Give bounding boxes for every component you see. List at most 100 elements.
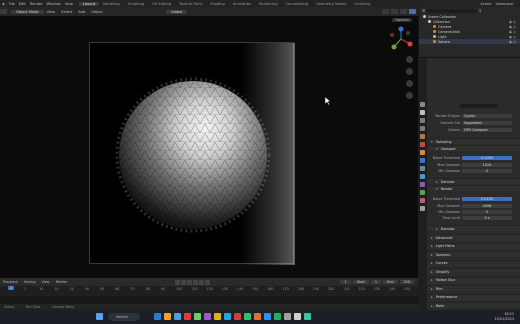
- menu-render[interactable]: Render: [28, 2, 45, 6]
- taskbar-app-icon[interactable]: [184, 313, 191, 320]
- menu-playback[interactable]: Playback: [0, 280, 21, 284]
- taskbar-app-icon[interactable]: [304, 313, 311, 320]
- next-keyframe-button[interactable]: [199, 279, 205, 285]
- shading-rendered-icon[interactable]: [409, 9, 416, 14]
- view-layer-tab-icon[interactable]: [420, 126, 425, 131]
- filter-icon[interactable]: ⚲: [479, 9, 481, 13]
- data-tab-icon[interactable]: [420, 190, 425, 195]
- viewport-denoise-subsection[interactable]: ▸ Denoise: [428, 178, 520, 184]
- menu-add[interactable]: Add: [75, 10, 88, 14]
- material-tab-icon[interactable]: [420, 198, 425, 203]
- object-tab-icon[interactable]: [420, 150, 425, 155]
- tab-geometry-nodes[interactable]: Geometry Nodes: [312, 2, 350, 6]
- menu-help[interactable]: Help: [63, 2, 75, 6]
- mode-dropdown[interactable]: Object Mode: [11, 9, 44, 14]
- blender-logo-icon[interactable]: ◈: [0, 2, 7, 6]
- play-reverse-button[interactable]: [187, 279, 193, 285]
- tab-animation[interactable]: Animation: [229, 2, 255, 6]
- physics-tab-icon[interactable]: [420, 174, 425, 179]
- tab-sculpting[interactable]: Sculpting: [124, 2, 149, 6]
- modifier-tab-icon[interactable]: [420, 158, 425, 163]
- tab-scripting[interactable]: Scripting: [350, 2, 374, 6]
- grid-icon[interactable]: [406, 92, 413, 99]
- jump-start-button[interactable]: [175, 279, 181, 285]
- device-dropdown[interactable]: GPU Compute: [462, 127, 512, 132]
- output-tab-icon[interactable]: [420, 118, 425, 123]
- sampling-section[interactable]: ▾ Sampling: [428, 138, 520, 144]
- properties-section[interactable]: ▸ Advanced: [428, 234, 520, 240]
- tab-texture-paint[interactable]: Texture Paint: [175, 2, 206, 6]
- menu-marker[interactable]: Marker: [53, 280, 71, 284]
- system-tray[interactable]: 18:21 12/01/2023: [494, 312, 514, 321]
- end-frame-field[interactable]: 250: [399, 280, 414, 284]
- tab-layout[interactable]: Layout: [78, 1, 100, 6]
- taskbar-search-input[interactable]: Search: [108, 313, 140, 321]
- shading-solid-icon[interactable]: [400, 9, 407, 14]
- texture-tab-icon[interactable]: [420, 206, 425, 211]
- menu-file[interactable]: File: [7, 2, 17, 6]
- viewport-min-samples-field[interactable]: 0: [462, 168, 512, 173]
- current-frame-indicator[interactable]: 1: [8, 286, 15, 290]
- xray-icon[interactable]: [391, 9, 398, 14]
- zoom-icon[interactable]: [406, 56, 413, 63]
- menu-timeline-view[interactable]: View: [39, 280, 53, 284]
- properties-section[interactable]: ▸ Film: [428, 285, 520, 291]
- viewport-subsection[interactable]: ▾ Viewport: [428, 145, 520, 151]
- properties-section[interactable]: ▸ Simplify: [428, 268, 520, 274]
- timeline-ruler[interactable]: 1 1 10 20 30 40 50 60 70 80 90 100 110 120 130 140 150 1…: [0, 286, 418, 296]
- properties-section[interactable]: ▸ Curves: [428, 259, 520, 266]
- visibility-eye-icon[interactable]: ◉ ◎: [509, 30, 520, 34]
- render-max-samples-field[interactable]: 4096: [462, 203, 512, 208]
- properties-section[interactable]: ▸ Motion Blur: [428, 276, 520, 283]
- taskbar-app-icon[interactable]: [294, 313, 301, 320]
- outliner-display-icon[interactable]: ☰: [422, 9, 425, 13]
- tab-compositing[interactable]: Compositing: [282, 2, 313, 6]
- view-layer-selector[interactable]: ViewLayer: [495, 2, 514, 6]
- scene-tab-icon[interactable]: [420, 134, 425, 139]
- visibility-eye-icon[interactable]: ◉ ◎: [509, 20, 520, 24]
- properties-section[interactable]: ▸ Light Paths: [428, 242, 520, 249]
- start-icon[interactable]: [96, 313, 103, 320]
- tab-uv-editing[interactable]: UV Editing: [148, 2, 175, 6]
- properties-section[interactable]: ▸ Volumes: [428, 251, 520, 257]
- menu-edit[interactable]: Edit: [17, 2, 28, 6]
- jump-end-button[interactable]: [205, 279, 211, 285]
- menu-object[interactable]: Object: [88, 10, 106, 14]
- render-subsection[interactable]: ▾ Render: [428, 185, 520, 191]
- taskbar-app-icon[interactable]: [244, 313, 251, 320]
- menu-view[interactable]: View: [44, 10, 59, 14]
- taskbar-app-icon[interactable]: [274, 313, 281, 320]
- current-frame-field[interactable]: 1: [340, 280, 351, 284]
- taskbar-app-icon[interactable]: [194, 313, 201, 320]
- outliner-row[interactable]: Sphere ◉ ◎: [419, 39, 520, 44]
- transform-orientation-dropdown[interactable]: Global: [165, 9, 188, 14]
- time-limit-field[interactable]: 0 s: [462, 215, 512, 220]
- visibility-eye-icon[interactable]: ◉ ◎: [509, 35, 520, 39]
- tab-modeling[interactable]: Modeling: [99, 2, 123, 6]
- editor-type-icon[interactable]: [0, 9, 7, 14]
- pan-hand-icon[interactable]: [406, 68, 413, 75]
- navigation-gizmo[interactable]: [388, 26, 414, 52]
- render-tab-icon[interactable]: [420, 110, 425, 115]
- taskbar-app-icon[interactable]: [284, 313, 291, 320]
- taskbar-app-icon[interactable]: [254, 313, 261, 320]
- taskbar-app-icon[interactable]: [154, 313, 161, 320]
- taskbar-app-icon[interactable]: [234, 313, 241, 320]
- particles-tab-icon[interactable]: [420, 166, 425, 171]
- world-tab-icon[interactable]: [420, 142, 425, 147]
- viewport-noise-threshold-field[interactable]: 0.1000: [462, 155, 512, 160]
- menu-window[interactable]: Window: [45, 2, 63, 6]
- menu-keying[interactable]: Keying: [21, 280, 38, 284]
- options-dropdown[interactable]: Options: [392, 18, 412, 22]
- properties-search-input[interactable]: [460, 104, 498, 108]
- viewport-max-samples-field[interactable]: 1024: [462, 162, 512, 167]
- 3d-viewport[interactable]: Options: [0, 16, 418, 278]
- play-button[interactable]: [193, 279, 199, 285]
- taskbar-app-icon[interactable]: [264, 313, 271, 320]
- constraints-tab-icon[interactable]: [420, 182, 425, 187]
- taskbar-app-icon[interactable]: [214, 313, 221, 320]
- tab-shading[interactable]: Shading: [206, 2, 229, 6]
- timeline-body[interactable]: [0, 296, 418, 304]
- taskbar-app-icon[interactable]: [164, 313, 171, 320]
- start-frame-field[interactable]: 1: [370, 280, 382, 284]
